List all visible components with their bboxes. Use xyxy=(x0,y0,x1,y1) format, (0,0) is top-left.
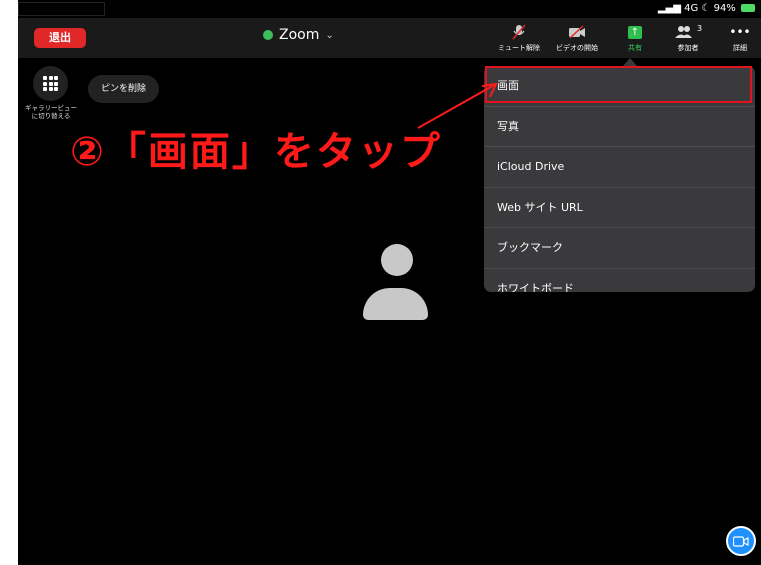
meeting-toolbar: 退出 Zoom ⌄ ミュート解除 ビデオの開始 ↑ 共有 3 参加者 ••• 詳… xyxy=(18,18,761,58)
participants-label: 参加者 xyxy=(677,44,699,52)
annotation-text: ②「画面」をタップ xyxy=(70,129,442,175)
meeting-title: Zoom xyxy=(279,27,320,43)
chevron-down-icon: ⌄ xyxy=(325,29,334,41)
participants-button[interactable]: 3 参加者 xyxy=(658,22,718,53)
share-menu-item-bookmark[interactable]: ブックマーク xyxy=(484,228,755,269)
zoom-meeting-screen: ▂▄▆ 4G ☾ 94% 退出 Zoom ⌄ ミュート解除 ビデオの開始 ↑ 共… xyxy=(18,0,761,565)
start-video-button[interactable]: ビデオの開始 xyxy=(547,22,607,53)
video-off-icon xyxy=(547,22,607,42)
shield-icon xyxy=(263,30,273,40)
participants-count: 3 xyxy=(696,23,703,33)
share-menu-item-icloud[interactable]: iCloud Drive xyxy=(484,147,755,188)
menu-pointer xyxy=(623,58,637,66)
video-camera-button[interactable] xyxy=(726,526,756,556)
moon-icon: ☾ xyxy=(701,3,711,14)
meeting-title-button[interactable]: Zoom ⌄ xyxy=(263,27,334,43)
mic-muted-icon xyxy=(489,22,549,42)
start-video-label: ビデオの開始 xyxy=(556,44,598,52)
status-bar: ▂▄▆ 4G ☾ 94% xyxy=(18,0,761,18)
more-label: 詳細 xyxy=(733,44,747,52)
unmute-button[interactable]: ミュート解除 xyxy=(489,22,549,53)
highlight-box xyxy=(485,66,752,103)
more-button[interactable]: ••• 詳細 xyxy=(710,22,761,53)
redacted-area xyxy=(18,2,105,16)
battery-icon xyxy=(741,4,755,12)
share-menu-item-website-url[interactable]: Web サイト URL xyxy=(484,188,755,228)
share-menu-item-photos[interactable]: 写真 xyxy=(484,107,755,147)
avatar-icon xyxy=(362,244,430,324)
gallery-view-label: ギャラリービューに切り替える xyxy=(25,104,77,120)
signal-icon: ▂▄▆ xyxy=(657,3,681,14)
video-camera-icon xyxy=(733,535,749,547)
gallery-view-button[interactable] xyxy=(33,66,68,101)
unpin-button[interactable]: ピンを削除 xyxy=(88,75,160,103)
share-menu-item-whiteboard[interactable]: ホワイトボード xyxy=(484,269,755,293)
more-icon: ••• xyxy=(729,25,751,39)
share-label: 共有 xyxy=(628,44,642,52)
leave-button[interactable]: 退出 xyxy=(34,28,86,48)
unmute-label: ミュート解除 xyxy=(498,44,540,52)
share-icon: ↑ xyxy=(628,25,642,39)
status-indicators: ▂▄▆ 4G ☾ 94% xyxy=(658,3,755,14)
grid-icon xyxy=(43,76,58,91)
share-button[interactable]: ↑ 共有 xyxy=(605,22,665,53)
network-label: 4G xyxy=(684,3,699,14)
battery-label: 94% xyxy=(713,3,736,14)
participants-icon: 3 xyxy=(658,22,718,42)
